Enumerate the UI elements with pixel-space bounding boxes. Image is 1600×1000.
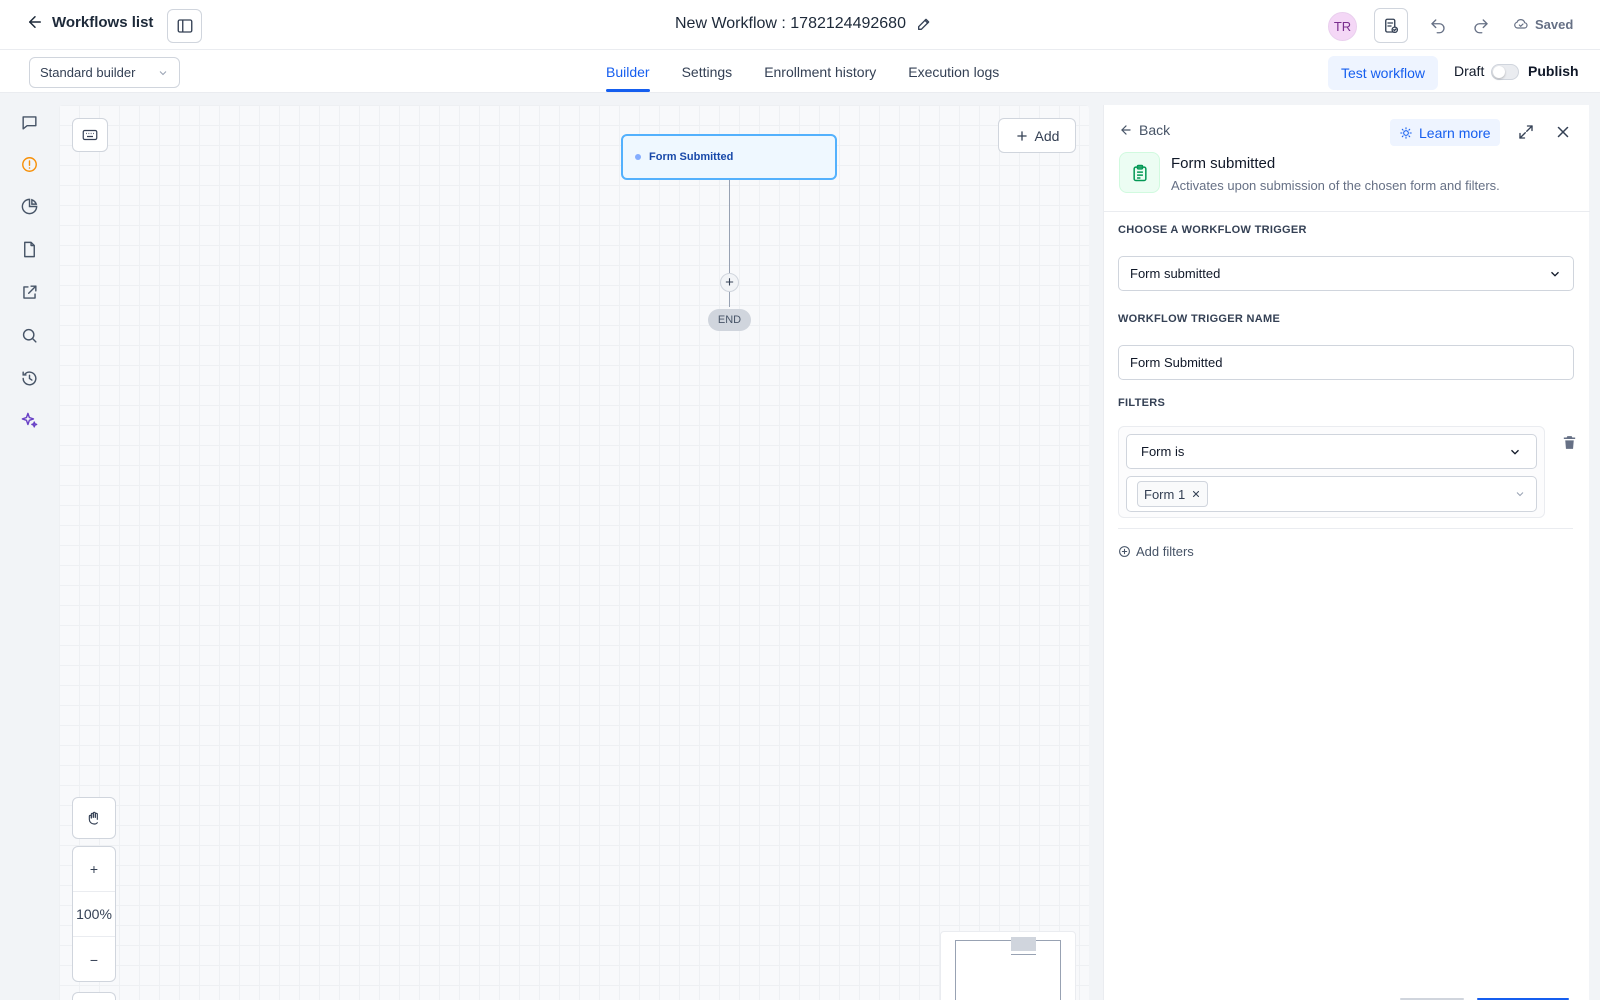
add-step-button[interactable]: + — [720, 273, 739, 292]
sidebar-panel-icon — [177, 19, 192, 33]
workflow-title-text: New Workflow : 1782124492680 — [675, 15, 906, 32]
workflows-list-back-link[interactable]: Workflows list — [26, 13, 153, 31]
plus-circle-icon — [1119, 546, 1130, 557]
trigger-node-label: Form Submitted — [649, 151, 734, 163]
workflow-canvas[interactable]: Add Form Submitted + END + 100% − — [59, 105, 1089, 1000]
tab-settings[interactable]: Settings — [682, 50, 733, 93]
lightbulb-icon — [1400, 126, 1412, 139]
trigger-node-dot — [635, 154, 641, 160]
panel-divider — [1104, 211, 1590, 212]
tab-builder[interactable]: Builder — [606, 50, 650, 93]
trigger-name-label: WORKFLOW TRIGGER NAME — [1118, 313, 1281, 325]
sidebar-toggle-button[interactable] — [167, 9, 202, 43]
tab-execution-logs[interactable]: Execution logs — [908, 50, 999, 93]
chevron-down-icon — [1511, 449, 1519, 455]
zoom-controls: + 100% − — [72, 846, 116, 982]
minimap[interactable] — [940, 931, 1076, 1000]
remove-chip-icon[interactable] — [1191, 489, 1201, 499]
trigger-type-value: Form submitted — [1130, 266, 1221, 281]
zoom-out-button[interactable]: − — [73, 937, 115, 982]
panel-back-label: Back — [1139, 122, 1171, 138]
clipboard-icon — [1119, 152, 1160, 193]
back-link-label: Workflows list — [52, 13, 154, 31]
pan-tool-button[interactable] — [72, 797, 116, 839]
add-filters-label: Add filters — [1136, 544, 1194, 559]
tab-enrollment-history[interactable]: Enrollment history — [764, 50, 876, 93]
workflow-tabs: Builder Settings Enrollment history Exec… — [606, 50, 1031, 93]
filters-label: FILTERS — [1118, 397, 1166, 409]
sub-bar: Standard builder Builder Settings Enroll… — [0, 50, 1600, 93]
pie-chart-icon[interactable] — [18, 195, 40, 217]
learn-more-button[interactable]: Learn more — [1390, 119, 1500, 146]
filters-divider — [1118, 528, 1573, 529]
builder-mode-select[interactable]: Standard builder — [29, 57, 180, 88]
workflow-checklist-button[interactable] — [1374, 8, 1408, 43]
learn-more-label: Learn more — [1419, 124, 1491, 141]
minimap-node — [1011, 937, 1036, 951]
save-status-label: Saved — [1535, 16, 1574, 32]
external-link-icon[interactable] — [18, 281, 40, 303]
left-rail — [0, 93, 59, 1000]
trigger-title: Form submitted — [1171, 155, 1276, 172]
redo-button[interactable] — [1464, 8, 1498, 43]
document-check-icon — [1385, 18, 1399, 33]
cloud-check-icon — [1514, 19, 1528, 29]
choose-trigger-label: CHOOSE A WORKFLOW TRIGGER — [1118, 224, 1307, 236]
trash-icon[interactable] — [1559, 432, 1579, 452]
sparkle-icon[interactable] — [18, 409, 40, 431]
arrow-left-icon — [29, 16, 41, 28]
zoom-level: 100% — [73, 892, 115, 937]
minimap-viewport — [955, 940, 1061, 1000]
trigger-description: Activates upon submission of the chosen … — [1171, 178, 1500, 193]
chevron-down-icon — [1551, 271, 1559, 277]
keyboard-icon — [82, 129, 98, 141]
hand-icon — [88, 811, 98, 825]
draft-label: Draft — [1454, 63, 1485, 79]
trigger-settings-panel: Back Learn more Form submitted Activates… — [1103, 105, 1590, 1000]
add-action-label: Add — [1034, 127, 1060, 144]
workflow-title: New Workflow : 1782124492680 — [675, 15, 932, 33]
publish-label: Publish — [1528, 63, 1579, 79]
filter-condition-select[interactable]: Form is — [1126, 434, 1537, 469]
keyboard-shortcuts-button[interactable] — [72, 118, 108, 152]
end-node: END — [708, 309, 751, 331]
panel-back-button[interactable]: Back — [1119, 122, 1170, 138]
trigger-name-input[interactable]: Form Submitted — [1118, 345, 1574, 380]
redo-icon — [1474, 18, 1488, 33]
trigger-node[interactable]: Form Submitted — [621, 134, 837, 180]
fit-view-button[interactable] — [72, 992, 116, 1000]
avatar[interactable]: TR — [1328, 12, 1357, 41]
filter-value-multiselect[interactable]: Form 1 — [1126, 476, 1537, 512]
plus-icon — [1016, 130, 1027, 141]
search-icon[interactable] — [18, 324, 40, 346]
add-action-button[interactable]: Add — [998, 118, 1076, 153]
test-workflow-button[interactable]: Test workflow — [1328, 56, 1439, 90]
add-filters-button[interactable]: Add filters — [1118, 544, 1194, 559]
undo-button[interactable] — [1421, 8, 1455, 43]
document-icon[interactable] — [18, 238, 40, 260]
builder-mode-value: Standard builder — [40, 65, 136, 80]
filter-chip-label: Form 1 — [1144, 486, 1186, 502]
zoom-in-button[interactable]: + — [73, 847, 115, 892]
pencil-edit-icon[interactable] — [916, 16, 932, 32]
publish-toggle[interactable] — [1491, 64, 1519, 80]
top-bar: Workflows list New Workflow : 1782124492… — [0, 0, 1600, 50]
trigger-type-select[interactable]: Form submitted — [1118, 256, 1574, 291]
chevron-down-icon — [1516, 492, 1524, 497]
filter-chip: Form 1 — [1137, 481, 1209, 507]
minimap-connector — [1011, 954, 1036, 955]
filter-card: Form is Form 1 — [1118, 426, 1545, 518]
save-status: Saved — [1513, 16, 1573, 32]
undo-icon — [1431, 18, 1445, 33]
chat-icon[interactable] — [18, 111, 40, 133]
arrow-left-icon — [1121, 125, 1131, 135]
history-icon[interactable] — [18, 367, 40, 389]
alert-icon[interactable] — [18, 153, 40, 175]
expand-icon[interactable] — [1516, 122, 1536, 142]
close-icon[interactable] — [1552, 121, 1574, 143]
filter-condition-value: Form is — [1141, 444, 1185, 459]
chevron-down-icon — [159, 70, 167, 75]
